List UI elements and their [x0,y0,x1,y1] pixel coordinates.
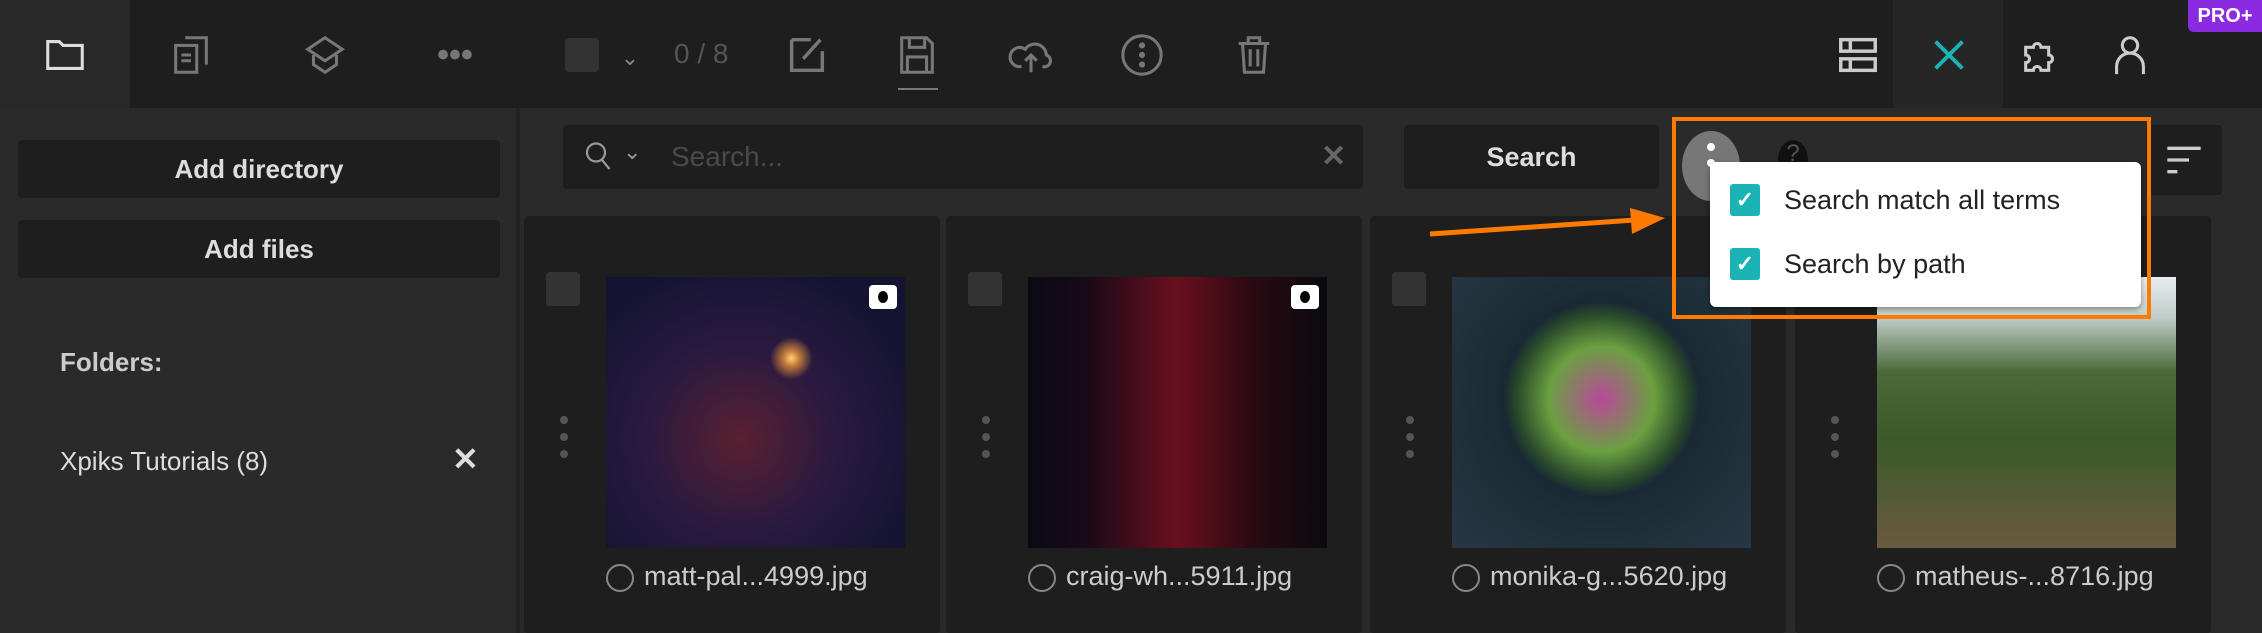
remove-folder-icon[interactable]: ✕ [452,440,479,478]
add-files-button[interactable]: Add files [18,220,500,278]
more-icon[interactable]: ••• [430,30,480,80]
file-name: matheus-...8716.jpg [1915,561,2154,591]
add-directory-button[interactable]: Add directory [18,140,500,198]
search-icon[interactable] [581,137,617,185]
file-radio[interactable] [606,564,634,592]
file-radio[interactable] [1877,564,1905,592]
search-bar: ⌄ ✕ [563,125,1363,189]
folder-item[interactable]: Xpiks Tutorials (8) [60,446,268,477]
search-input[interactable] [671,125,1271,189]
save-underline [898,88,938,90]
files-icon[interactable] [166,30,216,80]
search-button[interactable]: Search [1404,125,1659,189]
selection-counter: 0 / 8 [674,38,729,69]
file-name: craig-wh...5911.jpg [1066,561,1293,591]
file-name: monika-g...5620.jpg [1490,561,1728,591]
file-card[interactable]: craig-wh...5911.jpg [946,216,1362,633]
user-icon[interactable] [2105,30,2155,80]
graduation-cap-icon[interactable] [300,30,350,80]
trash-icon[interactable] [1229,30,1279,80]
sort-button[interactable] [2146,125,2222,195]
file-card[interactable]: matt-pal...4999.jpg [524,216,940,633]
file-thumbnail[interactable] [1028,277,1327,548]
annotation-arrow [1429,208,1665,237]
file-radio[interactable] [1028,564,1056,592]
edit-icon[interactable] [782,30,832,80]
camera-icon [869,285,897,309]
file-menu-icon[interactable] [1406,416,1414,467]
upload-cloud-icon[interactable] [1006,30,1056,80]
file-checkbox[interactable] [1392,272,1426,306]
file-thumbnail[interactable] [606,277,905,548]
folder-icon[interactable] [40,30,90,80]
file-menu-icon[interactable] [982,416,990,467]
plugin-icon[interactable] [2016,30,2066,80]
search-mode-chevron-icon[interactable]: ⌄ [623,139,641,165]
folders-label: Folders: [60,347,163,377]
file-radio[interactable] [1452,564,1480,592]
save-icon[interactable] [892,30,942,80]
info-icon[interactable] [1117,30,1167,80]
list-view-icon[interactable] [1833,30,1883,80]
file-name: matt-pal...4999.jpg [644,561,868,591]
highlight-box [1672,117,2151,319]
close-icon[interactable] [1924,30,1974,80]
file-checkbox[interactable] [546,272,580,306]
pro-badge[interactable]: PRO+ [2188,0,2262,32]
camera-icon [1291,285,1319,309]
file-checkbox[interactable] [968,272,1002,306]
clear-search-icon[interactable]: ✕ [1321,139,1346,174]
file-menu-icon[interactable] [1831,416,1839,467]
chevron-down-icon[interactable]: ⌄ [605,33,655,83]
file-menu-icon[interactable] [560,416,568,467]
select-all-checkbox[interactable] [565,38,599,72]
